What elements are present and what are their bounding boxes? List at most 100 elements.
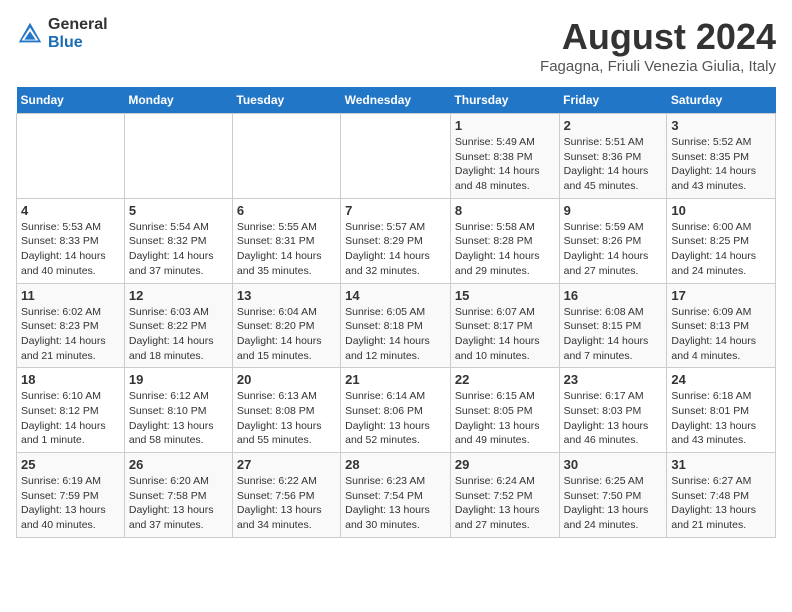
day-number: 5 — [129, 203, 228, 218]
calendar-cell: 11 Sunrise: 6:02 AMSunset: 8:23 PMDayligh… — [17, 283, 125, 368]
calendar-cell — [17, 114, 125, 199]
day-number: 4 — [21, 203, 120, 218]
calendar-cell: 15 Sunrise: 6:07 AMSunset: 8:17 PMDayligh… — [450, 283, 559, 368]
logo-blue: Blue — [48, 34, 108, 52]
calendar-week-row: 18 Sunrise: 6:10 AMSunset: 8:12 PMDayligh… — [17, 368, 776, 453]
calendar-cell: 3 Sunrise: 5:52 AMSunset: 8:35 PMDaylight… — [667, 114, 776, 199]
calendar-cell: 18 Sunrise: 6:10 AMSunset: 8:12 PMDayligh… — [17, 368, 125, 453]
calendar-cell — [124, 114, 232, 199]
day-info: Sunrise: 6:07 AMSunset: 8:17 PMDaylight:… — [455, 305, 555, 364]
location-title: Fagagna, Friuli Venezia Giulia, Italy — [540, 58, 776, 75]
calendar-week-row: 25 Sunrise: 6:19 AMSunset: 7:59 PMDayligh… — [17, 453, 776, 538]
calendar-cell: 20 Sunrise: 6:13 AMSunset: 8:08 PMDayligh… — [232, 368, 340, 453]
calendar-cell: 22 Sunrise: 6:15 AMSunset: 8:05 PMDayligh… — [450, 368, 559, 453]
day-number: 15 — [455, 288, 555, 303]
day-info: Sunrise: 5:53 AMSunset: 8:33 PMDaylight:… — [21, 220, 120, 279]
calendar-cell: 13 Sunrise: 6:04 AMSunset: 8:20 PMDayligh… — [232, 283, 340, 368]
day-number: 13 — [237, 288, 336, 303]
day-number: 21 — [345, 372, 446, 387]
day-number: 29 — [455, 457, 555, 472]
day-info: Sunrise: 5:51 AMSunset: 8:36 PMDaylight:… — [564, 135, 663, 194]
logo-icon — [16, 20, 44, 48]
calendar-cell: 27Sunrise: 6:22 AMSunset: 7:56 PMDayligh… — [232, 453, 340, 538]
logo-general: General — [48, 16, 108, 34]
calendar-cell: 16Sunrise: 6:08 AMSunset: 8:15 PMDayligh… — [559, 283, 667, 368]
day-of-week-header: Saturday — [667, 87, 776, 114]
day-of-week-header: Friday — [559, 87, 667, 114]
day-info: Sunrise: 5:58 AMSunset: 8:28 PMDaylight:… — [455, 220, 555, 279]
day-info: Sunrise: 6:09 AMSunset: 8:13 PMDaylight:… — [671, 305, 771, 364]
day-info: Sunrise: 6:12 AMSunset: 8:10 PMDaylight:… — [129, 389, 228, 448]
day-info: Sunrise: 6:20 AMSunset: 7:58 PMDaylight:… — [129, 474, 228, 533]
day-info: Sunrise: 6:27 AMSunset: 7:48 PMDaylight:… — [671, 474, 771, 533]
day-number: 6 — [237, 203, 336, 218]
day-of-week-header: Monday — [124, 87, 232, 114]
calendar-cell — [341, 114, 451, 199]
calendar-cell: 21 Sunrise: 6:14 AMSunset: 8:06 PMDayligh… — [341, 368, 451, 453]
day-number: 28 — [345, 457, 446, 472]
calendar-cell: 4 Sunrise: 5:53 AMSunset: 8:33 PMDaylight… — [17, 198, 125, 283]
day-info: Sunrise: 6:00 AMSunset: 8:25 PMDaylight:… — [671, 220, 771, 279]
calendar-cell: 8 Sunrise: 5:58 AMSunset: 8:28 PMDaylight… — [450, 198, 559, 283]
day-of-week-header: Thursday — [450, 87, 559, 114]
day-info: Sunrise: 6:19 AMSunset: 7:59 PMDaylight:… — [21, 474, 120, 533]
day-number: 27 — [237, 457, 336, 472]
day-info: Sunrise: 6:14 AMSunset: 8:06 PMDaylight:… — [345, 389, 446, 448]
day-info: Sunrise: 6:13 AMSunset: 8:08 PMDaylight:… — [237, 389, 336, 448]
calendar-cell: 12Sunrise: 6:03 AMSunset: 8:22 PMDayligh… — [124, 283, 232, 368]
page-header: General Blue August 2024 Fagagna, Friuli… — [16, 16, 776, 75]
day-number: 23 — [564, 372, 663, 387]
day-number: 22 — [455, 372, 555, 387]
day-number: 1 — [455, 118, 555, 133]
day-number: 24 — [671, 372, 771, 387]
calendar-cell: 31 Sunrise: 6:27 AMSunset: 7:48 PMDayligh… — [667, 453, 776, 538]
calendar-cell: 26Sunrise: 6:20 AMSunset: 7:58 PMDayligh… — [124, 453, 232, 538]
day-info: Sunrise: 5:54 AMSunset: 8:32 PMDaylight:… — [129, 220, 228, 279]
day-number: 12 — [129, 288, 228, 303]
day-info: Sunrise: 6:05 AMSunset: 8:18 PMDaylight:… — [345, 305, 446, 364]
title-section: August 2024 Fagagna, Friuli Venezia Giul… — [540, 16, 776, 75]
day-info: Sunrise: 5:55 AMSunset: 8:31 PMDaylight:… — [237, 220, 336, 279]
day-of-week-header: Sunday — [17, 87, 125, 114]
day-number: 19 — [129, 372, 228, 387]
day-number: 11 — [21, 288, 120, 303]
calendar-week-row: 1 Sunrise: 5:49 AMSunset: 8:38 PMDaylight… — [17, 114, 776, 199]
day-info: Sunrise: 6:02 AMSunset: 8:23 PMDaylight:… — [21, 305, 120, 364]
day-number: 17 — [671, 288, 771, 303]
logo: General Blue — [16, 16, 108, 51]
calendar-cell: 9 Sunrise: 5:59 AMSunset: 8:26 PMDaylight… — [559, 198, 667, 283]
day-info: Sunrise: 5:59 AMSunset: 8:26 PMDaylight:… — [564, 220, 663, 279]
calendar-cell: 23 Sunrise: 6:17 AMSunset: 8:03 PMDayligh… — [559, 368, 667, 453]
day-number: 7 — [345, 203, 446, 218]
calendar-cell: 19 Sunrise: 6:12 AMSunset: 8:10 PMDayligh… — [124, 368, 232, 453]
day-info: Sunrise: 5:57 AMSunset: 8:29 PMDaylight:… — [345, 220, 446, 279]
day-of-week-header: Wednesday — [341, 87, 451, 114]
calendar-cell: 25 Sunrise: 6:19 AMSunset: 7:59 PMDayligh… — [17, 453, 125, 538]
day-info: Sunrise: 6:04 AMSunset: 8:20 PMDaylight:… — [237, 305, 336, 364]
day-info: Sunrise: 6:17 AMSunset: 8:03 PMDaylight:… — [564, 389, 663, 448]
day-info: Sunrise: 6:10 AMSunset: 8:12 PMDaylight:… — [21, 389, 120, 448]
day-number: 9 — [564, 203, 663, 218]
day-info: Sunrise: 6:25 AMSunset: 7:50 PMDaylight:… — [564, 474, 663, 533]
day-number: 2 — [564, 118, 663, 133]
calendar-cell: 30 Sunrise: 6:25 AMSunset: 7:50 PMDayligh… — [559, 453, 667, 538]
calendar-cell: 7 Sunrise: 5:57 AMSunset: 8:29 PMDaylight… — [341, 198, 451, 283]
day-number: 10 — [671, 203, 771, 218]
day-info: Sunrise: 5:52 AMSunset: 8:35 PMDaylight:… — [671, 135, 771, 194]
day-number: 20 — [237, 372, 336, 387]
day-number: 8 — [455, 203, 555, 218]
calendar-cell: 5 Sunrise: 5:54 AMSunset: 8:32 PMDaylight… — [124, 198, 232, 283]
day-number: 3 — [671, 118, 771, 133]
day-number: 25 — [21, 457, 120, 472]
calendar-table: SundayMondayTuesdayWednesdayThursdayFrid… — [16, 87, 776, 538]
day-info: Sunrise: 5:49 AMSunset: 8:38 PMDaylight:… — [455, 135, 555, 194]
calendar-cell: 29Sunrise: 6:24 AMSunset: 7:52 PMDayligh… — [450, 453, 559, 538]
calendar-cell: 1 Sunrise: 5:49 AMSunset: 8:38 PMDaylight… — [450, 114, 559, 199]
day-info: Sunrise: 6:15 AMSunset: 8:05 PMDaylight:… — [455, 389, 555, 448]
day-number: 18 — [21, 372, 120, 387]
month-year-title: August 2024 — [540, 16, 776, 58]
day-number: 31 — [671, 457, 771, 472]
calendar-cell: 17 Sunrise: 6:09 AMSunset: 8:13 PMDayligh… — [667, 283, 776, 368]
calendar-cell: 6 Sunrise: 5:55 AMSunset: 8:31 PMDaylight… — [232, 198, 340, 283]
day-number: 30 — [564, 457, 663, 472]
